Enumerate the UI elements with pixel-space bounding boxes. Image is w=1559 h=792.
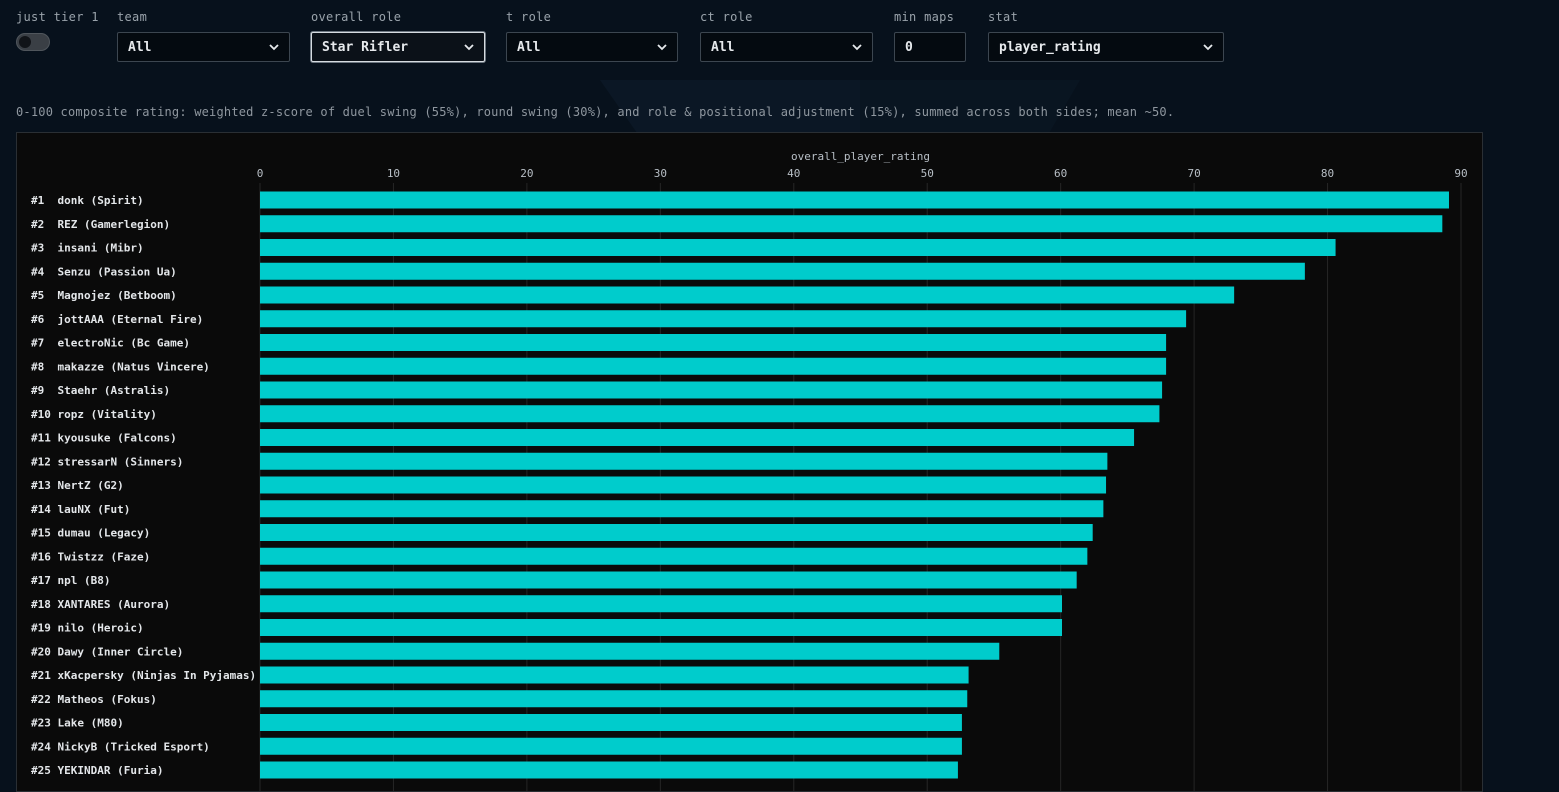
y-tick-label: #13 NertZ (G2)	[31, 479, 124, 492]
y-tick-label: #7 electroNic (Bc Game)	[31, 337, 190, 350]
bar	[260, 239, 1336, 256]
bar	[260, 524, 1093, 541]
bar-chart: overall_player_rating 0 10 20 30 40 50 60 70 80 90…	[31, 150, 1468, 791]
y-tick-label: #4 Senzu (Passion Ua)	[31, 265, 177, 278]
x-tick-label: 0	[257, 167, 264, 180]
bar	[260, 690, 968, 708]
bar	[260, 619, 1063, 636]
bar	[260, 547, 1088, 565]
chevron-down-icon	[852, 44, 862, 51]
y-tick-label: #2 REZ (Gamerlegion)	[31, 218, 170, 231]
y-tick-label: #19 nilo (Heroic)	[31, 622, 144, 635]
team-filter-label: team	[117, 10, 148, 24]
ct-role-filter-label: ct role	[700, 10, 753, 24]
team-filter: team All	[117, 10, 290, 62]
y-tick-label: #3 insani (Mibr)	[31, 242, 144, 255]
team-select-value: All	[128, 39, 152, 55]
y-tick-label: #18 XANTARES (Aurora)	[31, 598, 170, 611]
t-role-filter: t role All	[506, 10, 678, 62]
overall-role-filter: overall role Star Rifler	[311, 10, 485, 62]
bar	[260, 452, 1108, 470]
ct-role-select-value: All	[711, 39, 735, 55]
toggle-knob	[19, 36, 31, 48]
y-tick-label: #21 xKacpersky (Ninjas In Pyjamas)	[31, 669, 256, 682]
t-role-filter-label: t role	[506, 10, 552, 24]
bar	[260, 571, 1077, 589]
x-tick-label: 50	[921, 167, 934, 180]
bar	[260, 500, 1104, 518]
bar	[260, 714, 962, 731]
bar	[260, 310, 1187, 328]
bar	[260, 476, 1107, 494]
x-tick-label: 70	[1187, 167, 1200, 180]
bar	[260, 737, 962, 755]
bar	[260, 191, 1449, 209]
y-tick-label: #6 jottAAA (Eternal Fire)	[31, 313, 203, 326]
chevron-down-icon	[464, 44, 474, 51]
stat-filter: stat player_rating	[988, 10, 1224, 62]
overall-role-select[interactable]: Star Rifler	[311, 32, 485, 62]
chevron-down-icon	[269, 44, 279, 51]
bar	[260, 761, 958, 779]
y-tick-label: #10 ropz (Vitality)	[31, 408, 157, 421]
stat-description: 0-100 composite rating: weighted z-score…	[16, 105, 1175, 119]
overall-role-filter-label: overall role	[311, 10, 402, 24]
min-maps-filter: min maps 0	[894, 10, 966, 62]
bar	[260, 334, 1167, 351]
bar	[260, 262, 1305, 280]
bar	[260, 286, 1235, 304]
x-tick-label: 40	[787, 167, 800, 180]
bar	[260, 429, 1135, 446]
y-tick-label: #24 NickyB (Tricked Esport)	[31, 740, 210, 753]
team-select[interactable]: All	[117, 32, 290, 62]
min-maps-input-value: 0	[905, 39, 913, 55]
ct-role-select[interactable]: All	[700, 32, 873, 62]
bar	[260, 595, 1063, 613]
y-tick-label: #14 lauNX (Fut)	[31, 503, 130, 516]
y-tick-label: #5 Magnojez (Betboom)	[31, 289, 177, 302]
y-tick-label: #23 Lake (M80)	[31, 717, 124, 730]
x-tick-label: 30	[654, 167, 667, 180]
y-tick-label: #9 Staehr (Astralis)	[31, 384, 170, 397]
bar	[260, 357, 1167, 375]
min-maps-filter-label: min maps	[894, 10, 955, 24]
y-tick-label: #11 kyousuke (Falcons)	[31, 432, 177, 445]
stat-select-value: player_rating	[999, 39, 1101, 55]
min-maps-input[interactable]: 0	[894, 32, 966, 62]
x-tick-label: 90	[1454, 167, 1467, 180]
y-tick-label: #15 dumau (Legacy)	[31, 527, 150, 540]
y-tick-label: #22 Matheos (Fokus)	[31, 693, 157, 706]
tier-filter-label: just tier 1	[16, 10, 99, 24]
y-tick-label: #1 donk (Spirit)	[31, 194, 144, 207]
stat-filter-label: stat	[988, 10, 1019, 24]
t-role-select[interactable]: All	[506, 32, 678, 62]
y-tick-label: #16 Twistzz (Faze)	[31, 550, 150, 563]
t-role-select-value: All	[517, 39, 541, 55]
x-tick-label: 80	[1321, 167, 1334, 180]
overall-role-select-value: Star Rifler	[322, 39, 409, 55]
y-tick-label: #25 YEKINDAR (Furia)	[31, 764, 163, 777]
tier-filter: just tier 1	[16, 10, 99, 51]
chevron-down-icon	[1203, 44, 1213, 51]
bar	[260, 215, 1443, 233]
chevron-down-icon	[657, 44, 667, 51]
chart-panel: overall_player_rating 0 10 20 30 40 50 60 70 80 90…	[16, 132, 1483, 792]
stat-select[interactable]: player_rating	[988, 32, 1224, 62]
bar	[260, 666, 969, 684]
bar	[260, 405, 1160, 423]
y-tick-label: #12 stressarN (Sinners)	[31, 455, 183, 468]
y-tick-label: #20 Dawy (Inner Circle)	[31, 645, 183, 658]
x-tick-label: 60	[1054, 167, 1067, 180]
chart-title: overall_player_rating	[791, 150, 930, 163]
bar	[260, 642, 1000, 660]
x-tick-label: 10	[387, 167, 400, 180]
tier-toggle[interactable]	[16, 33, 50, 51]
y-tick-label: #8 makazze (Natus Vincere)	[31, 360, 210, 373]
y-tick-label: #17 npl (B8)	[31, 574, 110, 587]
x-tick-label: 20	[520, 167, 533, 180]
bar	[260, 381, 1163, 399]
ct-role-filter: ct role All	[700, 10, 873, 62]
